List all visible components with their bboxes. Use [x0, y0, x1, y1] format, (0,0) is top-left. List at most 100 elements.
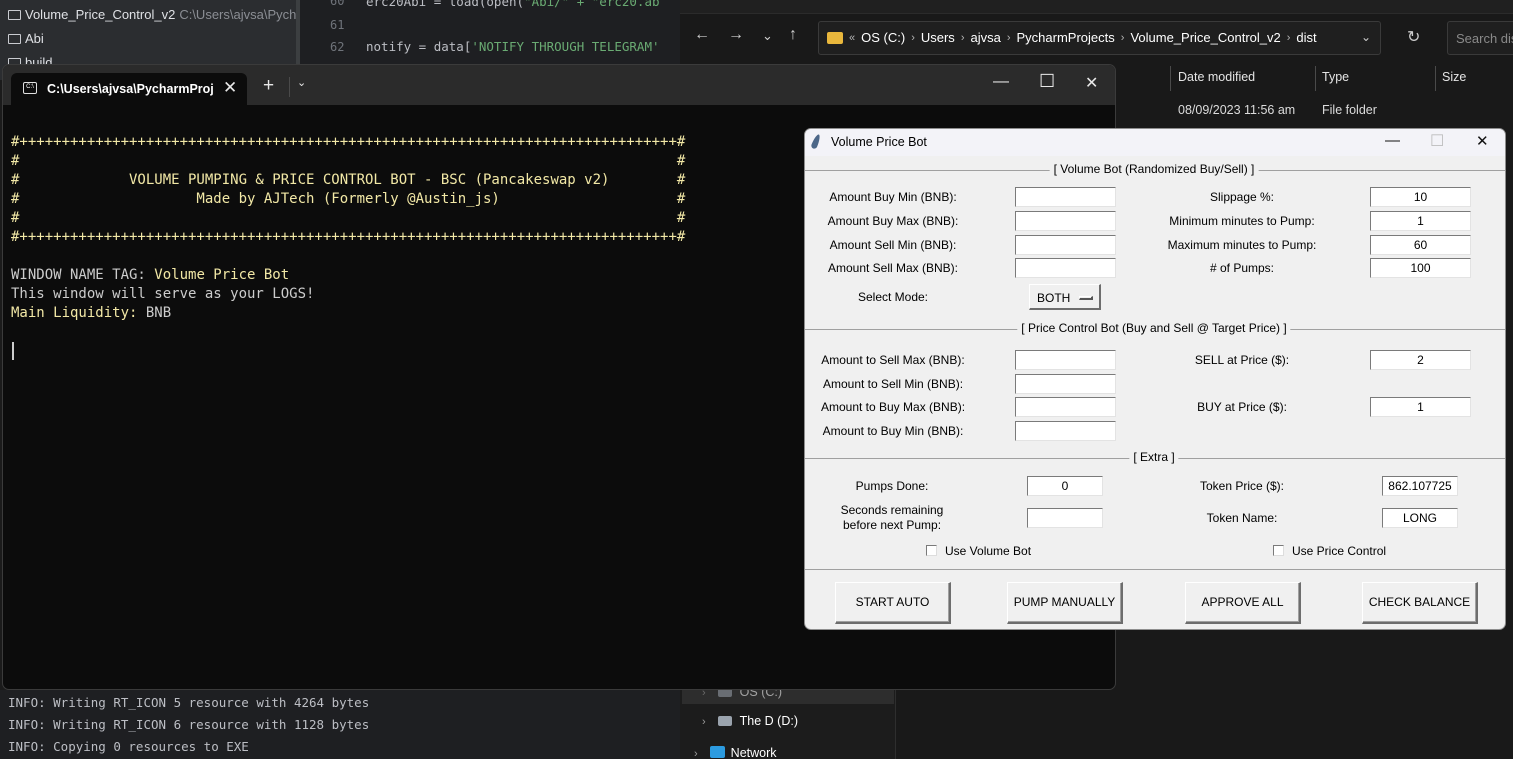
- pumps-done-label: Pumps Done:: [855, 479, 929, 493]
- folder-icon: [8, 34, 21, 44]
- sell-min-input[interactable]: [1015, 374, 1116, 394]
- buy-min-input[interactable]: [1015, 421, 1116, 441]
- use-volume-bot-checkbox[interactable]: Use Volume Bot: [926, 544, 1031, 558]
- project-root[interactable]: Volume_Price_Control_v2 C:\Users\ajvsa\Py…: [8, 7, 304, 22]
- drive-icon: [717, 716, 732, 726]
- navigation-pane: › OS (C:) › The D (D:) › Network: [680, 685, 896, 759]
- breadcrumb-item[interactable]: Users: [921, 30, 955, 45]
- token-name-label: Token Name:: [1206, 511, 1278, 525]
- breadcrumb: « OS (C:) › Users › ajvsa › PycharmProje…: [827, 30, 1317, 45]
- sell-price-input[interactable]: 2: [1370, 350, 1471, 370]
- breadcrumb-item[interactable]: PycharmProjects: [1017, 30, 1115, 45]
- check-balance-button[interactable]: CHECK BALANCE: [1362, 582, 1478, 624]
- line-number: 61: [330, 18, 345, 32]
- extra-section-divider: [ Extra ]: [805, 450, 1505, 464]
- run-log: INFO: Writing RT_ICON 5 resource with 42…: [0, 690, 680, 759]
- chevron-right-icon: ›: [911, 31, 915, 44]
- chevron-right-icon: ›: [960, 31, 965, 44]
- amount-sell-max-input[interactable]: [1015, 258, 1116, 278]
- chevron-down-icon[interactable]: ⌄: [1361, 30, 1371, 44]
- amount-buy-min-label: Amount Buy Min (BNB):: [829, 190, 957, 204]
- address-bar[interactable]: « OS (C:) › Users › ajvsa › PycharmProje…: [818, 21, 1381, 55]
- sell-min-label: Amount to Sell Min (BNB):: [822, 377, 964, 391]
- log-line: INFO: Writing RT_ICON 5 resource with 42…: [8, 695, 370, 710]
- start-auto-button[interactable]: START AUTO: [835, 582, 951, 624]
- checkbox-box[interactable]: [926, 545, 937, 556]
- checkbox-box[interactable]: [1273, 545, 1284, 556]
- tab-title: C:\Users\ajvsa\PycharmProjec: [47, 82, 213, 96]
- buy-max-input[interactable]: [1015, 397, 1116, 417]
- num-pumps-label: # of Pumps:: [1209, 261, 1275, 275]
- token-price-label: Token Price ($):: [1199, 479, 1285, 493]
- terminal-titlebar[interactable]: C:\ C:\Users\ajvsa\PycharmProjec ✕ + ⌄ —…: [3, 65, 1115, 105]
- row-date[interactable]: 08/09/2023 11:56 am: [1178, 103, 1295, 117]
- bot-window: Volume Price Bot — ☐ ✕ [ Volume Bot (Ran…: [804, 128, 1506, 630]
- breadcrumb-item[interactable]: OS (C:): [861, 30, 905, 45]
- breadcrumb-item[interactable]: dist: [1296, 30, 1316, 45]
- terminal-icon: C:\: [23, 82, 37, 94]
- up-button[interactable]: ↑: [789, 26, 797, 44]
- back-button[interactable]: ←: [694, 26, 710, 44]
- chevron-right-icon: ›: [1286, 31, 1291, 44]
- chevron-right-icon: ›: [1006, 31, 1011, 44]
- pumps-done-field: 0: [1027, 476, 1103, 496]
- min-minutes-input[interactable]: 1: [1370, 211, 1471, 231]
- maximize-button[interactable]: ☐: [1039, 71, 1055, 92]
- new-tab-button[interactable]: +: [263, 75, 274, 97]
- slippage-label: Slippage %:: [1209, 190, 1275, 204]
- token-name-field: LONG: [1382, 508, 1458, 528]
- forward-button[interactable]: →: [728, 26, 744, 44]
- approve-all-button[interactable]: APPROVE ALL: [1185, 582, 1301, 624]
- close-button[interactable]: ✕: [1476, 132, 1489, 150]
- tab-dropdown-button[interactable]: ⌄: [297, 76, 306, 89]
- banner-line: # VOLUME PUMPING & PRICE CONTROL BOT - B…: [11, 172, 686, 188]
- close-button[interactable]: ✕: [1085, 73, 1098, 93]
- amount-buy-max-input[interactable]: [1015, 211, 1116, 231]
- sidebar-item-d-drive[interactable]: › The D (D:): [702, 714, 798, 728]
- banner-line: #+++++++++++++++++++++++++++++++++++++++…: [11, 229, 686, 245]
- min-minutes-label: Minimum minutes to Pump:: [1169, 214, 1315, 228]
- num-pumps-input[interactable]: 100: [1370, 258, 1471, 278]
- sidebar-item-network[interactable]: › Network: [694, 746, 777, 759]
- close-tab-icon[interactable]: ✕: [223, 78, 237, 98]
- column-header-size[interactable]: Size: [1442, 70, 1466, 84]
- sell-max-label: Amount to Sell Max (BNB):: [821, 353, 965, 367]
- column-header-date[interactable]: Date modified: [1178, 70, 1255, 84]
- amount-sell-min-input[interactable]: [1015, 235, 1116, 255]
- token-price-field: 862.107725: [1382, 476, 1458, 496]
- use-price-control-checkbox[interactable]: Use Price Control: [1273, 544, 1386, 558]
- tree-item-abi[interactable]: Abi: [8, 31, 44, 46]
- mode-select[interactable]: BOTH: [1029, 284, 1101, 310]
- column-header-type[interactable]: Type: [1322, 70, 1349, 84]
- search-input[interactable]: Search dist: [1447, 21, 1513, 55]
- row-type[interactable]: File folder: [1322, 103, 1377, 117]
- line-number: 60: [330, 0, 345, 8]
- slippage-input[interactable]: 10: [1370, 187, 1471, 207]
- max-minutes-input[interactable]: 60: [1370, 235, 1471, 255]
- refresh-icon[interactable]: ↻: [1407, 27, 1420, 47]
- bot-titlebar[interactable]: Volume Price Bot — ☐ ✕: [805, 129, 1505, 156]
- log-line: INFO: Writing RT_ICON 6 resource with 11…: [8, 717, 370, 732]
- log-logs-line: This window will serve as your LOGS!: [11, 286, 315, 302]
- select-mode-label: Select Mode:: [857, 290, 929, 304]
- amount-sell-max-label: Amount Sell Max (BNB):: [827, 261, 959, 275]
- feather-icon: [810, 133, 822, 150]
- dropdown-indicator-icon: [1079, 296, 1093, 300]
- amount-buy-min-input[interactable]: [1015, 187, 1116, 207]
- project-path: C:\Users\ajvsa\Pycha: [179, 7, 304, 22]
- terminal-tab[interactable]: C:\ C:\Users\ajvsa\PycharmProjec ✕: [11, 73, 247, 105]
- code-line: notify = data['NOTIFY THROUGH TELEGRAM': [366, 39, 660, 54]
- price-section-divider: [ Price Control Bot (Buy and Sell @ Targ…: [805, 321, 1505, 335]
- chevron-right-icon: ›: [694, 748, 698, 759]
- pump-manually-button[interactable]: PUMP MANUALLY: [1007, 582, 1123, 624]
- log-name-tag: WINDOW NAME TAG: Volume Price Bot: [11, 267, 290, 283]
- breadcrumb-item[interactable]: Volume_Price_Control_v2: [1130, 30, 1280, 45]
- minimize-button[interactable]: —: [993, 73, 1009, 91]
- chevron-right-icon: ›: [1120, 31, 1125, 44]
- buy-price-input[interactable]: 1: [1370, 397, 1471, 417]
- recent-locations-button[interactable]: ⌄: [762, 28, 773, 44]
- breadcrumb-item[interactable]: ajvsa: [970, 30, 1000, 45]
- sell-price-label: SELL at Price ($):: [1194, 353, 1290, 367]
- sell-max-input[interactable]: [1015, 350, 1116, 370]
- minimize-button[interactable]: —: [1385, 132, 1400, 149]
